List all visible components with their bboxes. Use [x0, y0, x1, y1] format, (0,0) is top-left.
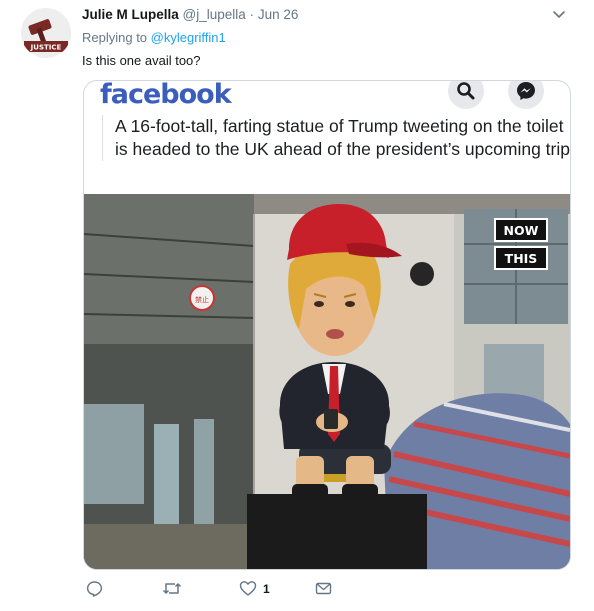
facebook-logo: facebook: [100, 80, 232, 110]
reply-icon: [86, 581, 103, 597]
avatar-text: JUSTICE: [30, 44, 62, 52]
tweet-actions: 1: [0, 580, 594, 604]
replying-label: Replying to: [82, 30, 148, 45]
trump-statue-photo: 禁止 NOW THIS: [84, 194, 570, 569]
date-separator: ·: [249, 7, 255, 22]
search-icon[interactable]: [448, 81, 484, 109]
like-count: 1: [263, 581, 270, 596]
replying-mention-link[interactable]: @kylegriffin1: [151, 30, 226, 45]
retweet-button[interactable]: [162, 580, 188, 597]
avatar[interactable]: JUSTICE: [21, 8, 71, 58]
author-handle[interactable]: @j_lupella: [183, 7, 246, 22]
messenger-icon[interactable]: [508, 81, 544, 109]
author-name[interactable]: Julie M Lupella: [82, 7, 179, 22]
warning-sign-text: 禁止: [195, 295, 209, 304]
tweet-date[interactable]: Jun 26: [258, 7, 299, 22]
tweet-text: Is this one avail too?: [82, 53, 201, 68]
retweet-icon: [162, 583, 182, 594]
badge-this: THIS: [505, 251, 538, 266]
share-button[interactable]: [315, 580, 332, 597]
badge-now: NOW: [504, 223, 539, 238]
media-card[interactable]: facebook A 16-foot-tall, farting statue …: [83, 80, 571, 570]
share-icon: [315, 582, 332, 595]
card-headline: A 16-foot-tall, farting statue of Trump …: [102, 115, 570, 161]
tweet-header: Julie M Lupella @j_lupella · Jun 26: [82, 7, 298, 22]
like-icon: [239, 581, 257, 596]
like-button[interactable]: 1: [239, 580, 270, 597]
chevron-down-icon[interactable]: [551, 6, 567, 22]
tweet[interactable]: JUSTICE Julie M Lupella @j_lupella · Jun…: [0, 0, 594, 611]
reply-button[interactable]: [86, 580, 109, 597]
replying-to: Replying to @kylegriffin1: [82, 30, 226, 45]
